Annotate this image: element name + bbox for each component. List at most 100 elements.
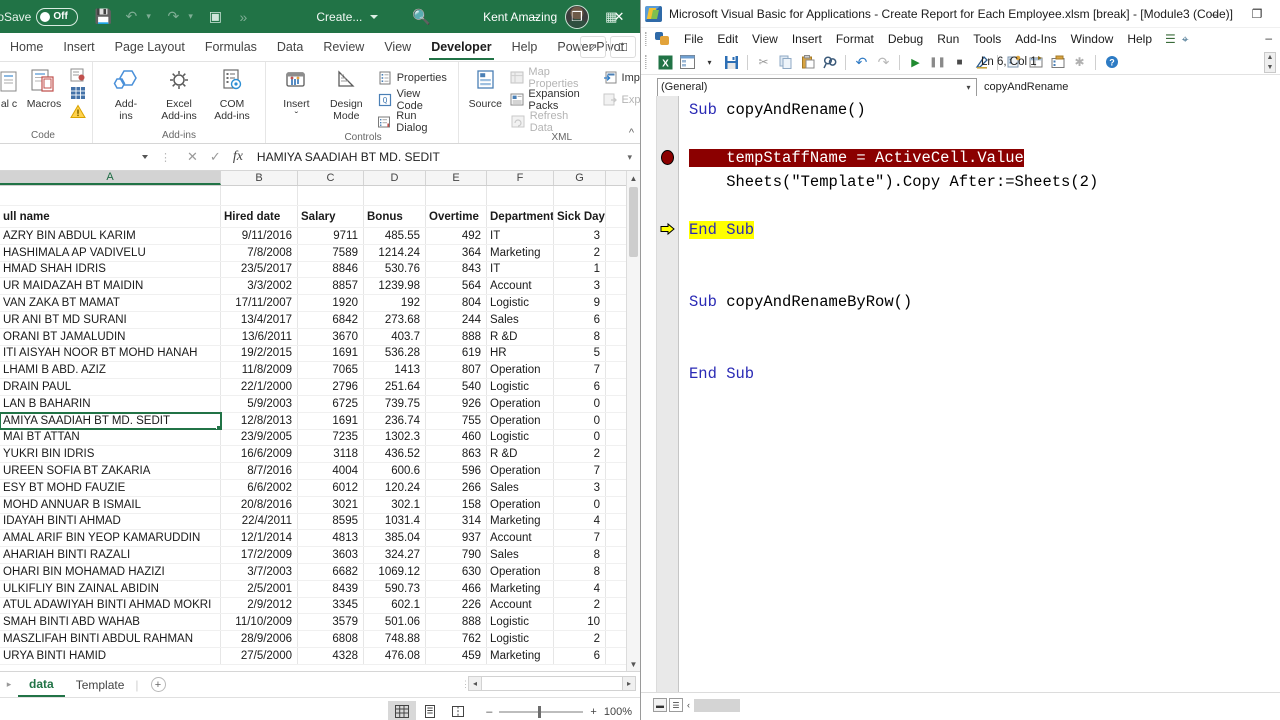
menu-help[interactable]: Help: [1120, 29, 1159, 49]
grid-cell[interactable]: Operation: [487, 395, 554, 412]
grid-cell[interactable]: ull name: [0, 206, 221, 227]
table-row[interactable]: AMAL ARIF BIN YEOP KAMARUDDIN 12/1/2014 48…: [0, 530, 640, 548]
grid-cell[interactable]: 937: [426, 530, 487, 547]
sheet-tab-template[interactable]: Template: [65, 672, 136, 697]
grid-cell[interactable]: 476.08: [364, 647, 426, 664]
code-line[interactable]: End Sub: [679, 362, 1280, 386]
grid-cell[interactable]: [0, 186, 221, 205]
grid-cell[interactable]: 3/7/2003: [221, 563, 298, 580]
menu-format[interactable]: Format: [829, 29, 881, 49]
grid-cell[interactable]: Marketing: [487, 244, 554, 261]
grid-cell[interactable]: 8: [554, 547, 606, 563]
overflow-up-icon[interactable]: ▲: [1267, 53, 1274, 62]
grid-cell[interactable]: 28/9/2006: [221, 631, 298, 647]
grid-cell[interactable]: 1302.3: [364, 429, 426, 446]
code-line[interactable]: End Sub: [679, 218, 1280, 242]
use-relative-references-icon[interactable]: [70, 85, 86, 101]
code-line[interactable]: [679, 338, 1280, 362]
grid-cell[interactable]: 7065: [298, 362, 364, 379]
zoom-level-label[interactable]: 100%: [604, 706, 632, 718]
tab-developer[interactable]: Developer: [421, 33, 501, 61]
vertical-scrollbar[interactable]: ▲: [626, 171, 640, 671]
com-addins-button[interactable]: COM Add-ins: [209, 65, 255, 123]
grid-cell[interactable]: 13/4/2017: [221, 311, 298, 328]
grid-cell[interactable]: 8439: [298, 580, 364, 597]
scroll-down-icon[interactable]: ▼: [626, 657, 640, 671]
menu-run[interactable]: Run: [930, 29, 966, 49]
table-row[interactable]: ITI AISYAH NOOR BT MOHD HANAH 19/2/2015 16…: [0, 345, 640, 363]
grid-cell[interactable]: 1413: [364, 362, 426, 379]
grid-cell[interactable]: 1691: [298, 412, 364, 429]
column-header-e[interactable]: E: [426, 171, 487, 185]
grid-cell[interactable]: UR MAIDAZAH BT MAIDIN: [0, 278, 221, 295]
grid-cell[interactable]: [487, 186, 554, 205]
run-dialog-button[interactable]: Run Dialog: [374, 110, 452, 134]
grid-cell[interactable]: 459: [426, 647, 487, 664]
column-header-c[interactable]: C: [298, 171, 364, 185]
grid-cell[interactable]: Logistic: [487, 614, 554, 631]
grid-cell[interactable]: 2796: [298, 379, 364, 395]
code-line[interactable]: Sub copyAndRename(): [679, 98, 1280, 122]
grid-cell[interactable]: 8: [554, 563, 606, 580]
grid-cell[interactable]: [426, 186, 487, 205]
grid-cell[interactable]: 7: [554, 530, 606, 547]
grid-cell[interactable]: 226: [426, 597, 487, 614]
chevron-down-icon[interactable]: [142, 155, 148, 159]
grid-cell[interactable]: MOHD ANNUAR B ISMAIL: [0, 496, 221, 513]
scroll-up-icon[interactable]: ▲: [627, 171, 640, 185]
grid-cell[interactable]: 17/2/2009: [221, 547, 298, 563]
grid-cell[interactable]: 11/8/2009: [221, 362, 298, 379]
object-browser-icon[interactable]: [1048, 53, 1067, 72]
table-row[interactable]: HMAD SHAH IDRIS 23/5/2017 8846 530.76 843 IT 1: [0, 261, 640, 279]
grid-cell[interactable]: Bonus: [364, 206, 426, 227]
current-line-arrow-icon[interactable]: [660, 221, 676, 237]
grid-cell[interactable]: 3: [554, 479, 606, 496]
grid-cell[interactable]: 13/6/2011: [221, 328, 298, 345]
table-row[interactable]: URYA BINTI HAMID 27/5/2000 4328 476.08 459 Ma…: [0, 647, 640, 665]
grid-cell[interactable]: 843: [426, 261, 487, 278]
grid-cell[interactable]: 4: [554, 580, 606, 597]
grid-cell[interactable]: 9711: [298, 228, 364, 244]
sheet-tab-data[interactable]: data: [18, 672, 65, 697]
table-row[interactable]: SMAH BINTI ABD WAHAB 11/10/2009 3579 501.06…: [0, 614, 640, 632]
find-icon[interactable]: [820, 53, 839, 72]
column-header-g[interactable]: G: [554, 171, 606, 185]
grid-cell[interactable]: 807: [426, 362, 487, 379]
undo-dropdown-icon[interactable]: ▾: [146, 11, 158, 22]
grid-cell[interactable]: 6012: [298, 479, 364, 496]
grid-cell[interactable]: Logistic: [487, 379, 554, 395]
menu-debug[interactable]: Debug: [881, 29, 930, 49]
grid-cell[interactable]: 20/8/2016: [221, 496, 298, 513]
grid-cell[interactable]: Operation: [487, 563, 554, 580]
grid-cell[interactable]: MAI BT ATTAN: [0, 429, 221, 446]
column-header-b[interactable]: B: [221, 171, 298, 185]
grid-cell[interactable]: 530.76: [364, 261, 426, 278]
grid-cell[interactable]: 3021: [298, 496, 364, 513]
grid-cell[interactable]: 762: [426, 631, 487, 647]
hscroll-right-icon[interactable]: ▸: [622, 676, 636, 691]
close-button[interactable]: ✕: [598, 0, 640, 33]
grid-cell[interactable]: 3670: [298, 328, 364, 345]
grid-cell[interactable]: 7: [554, 362, 606, 379]
grid-cell[interactable]: 6/6/2002: [221, 479, 298, 496]
grid-cell[interactable]: 2: [554, 631, 606, 647]
grid-cell[interactable]: 403.7: [364, 328, 426, 345]
grid-cell[interactable]: MASZLIFAH BINTI ABDUL RAHMAN: [0, 631, 221, 647]
grid-cell[interactable]: 1069.12: [364, 563, 426, 580]
object-dropdown[interactable]: (General) ▾: [657, 77, 977, 97]
table-row[interactable]: ESY BT MOHD FAUZIE 6/6/2002 6012 120.24 266 S…: [0, 479, 640, 497]
grid-cell[interactable]: Logistic: [487, 295, 554, 311]
grid-cell[interactable]: Operation: [487, 463, 554, 479]
menu-insert[interactable]: Insert: [785, 29, 829, 49]
grid-cell[interactable]: 1031.4: [364, 513, 426, 530]
chevron-down-icon[interactable]: ▾: [961, 79, 976, 96]
grid-cell[interactable]: 244: [426, 311, 487, 328]
import-button[interactable]: Import: [599, 67, 640, 88]
grid-cell[interactable]: HR: [487, 345, 554, 362]
grid-cell[interactable]: LAN B BAHARIN: [0, 395, 221, 412]
break-icon[interactable]: ❚❚: [928, 53, 947, 72]
table-row[interactable]: ULKIFLIY BIN ZAINAL ABIDIN 2/5/2001 8439 59…: [0, 580, 640, 598]
grid-cell[interactable]: Account: [487, 530, 554, 547]
grid-cell[interactable]: R &D: [487, 446, 554, 463]
redo-icon[interactable]: ↷: [874, 53, 893, 72]
